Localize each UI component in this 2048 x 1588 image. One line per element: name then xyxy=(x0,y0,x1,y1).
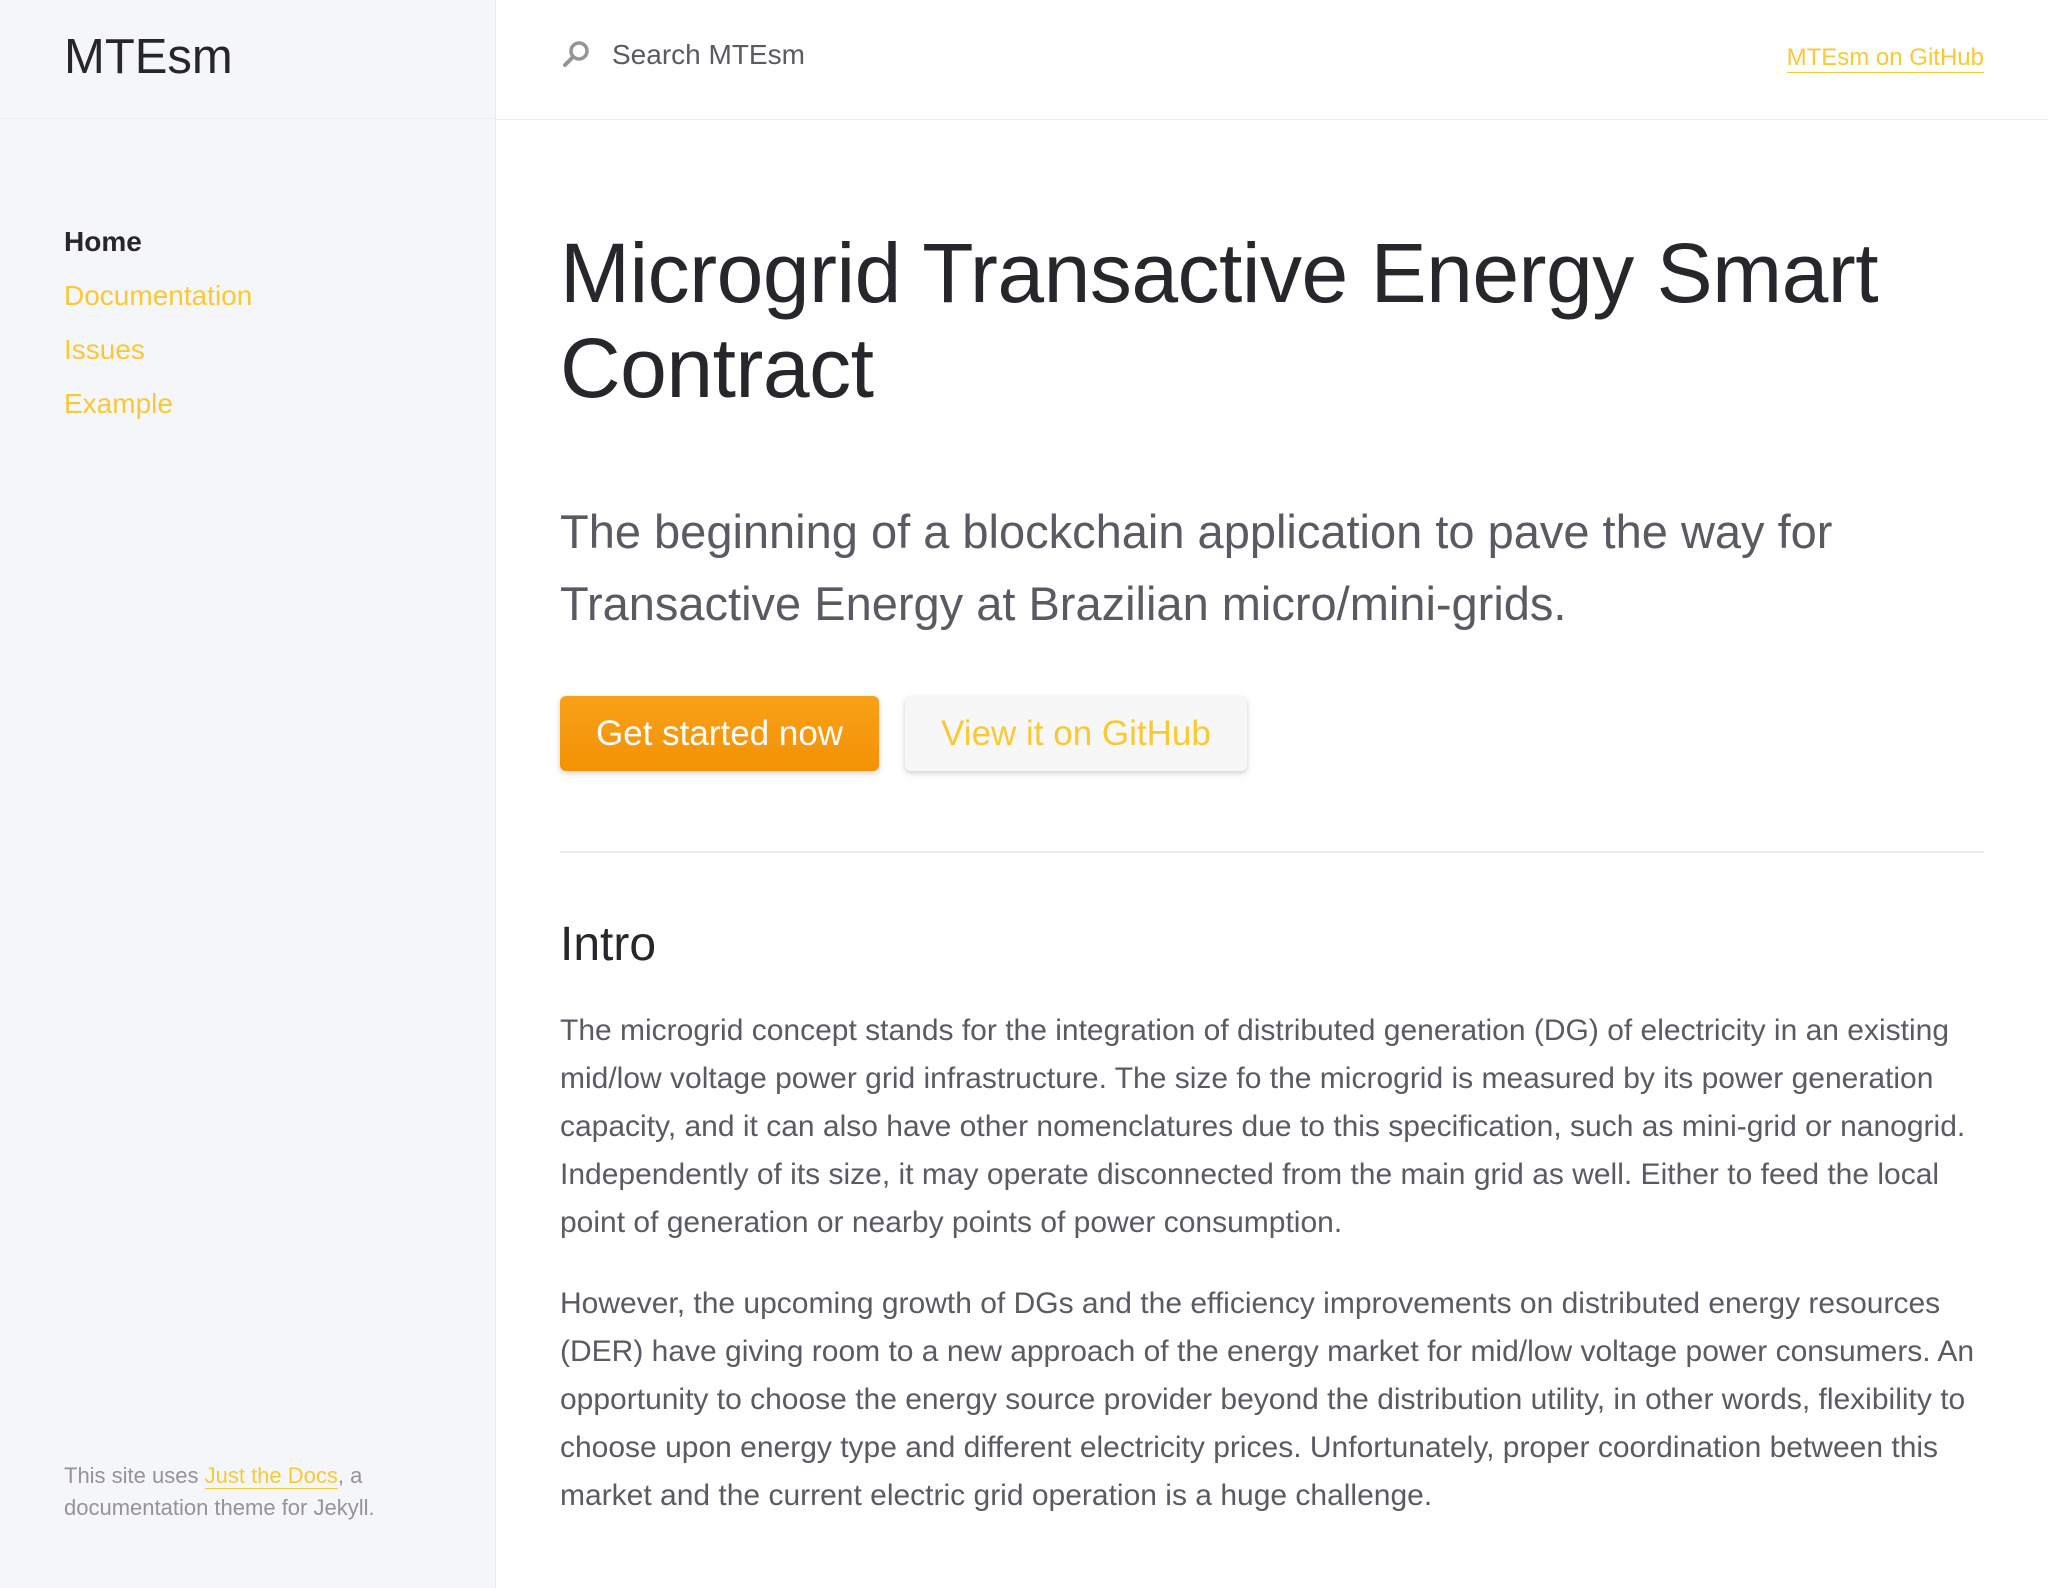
divider xyxy=(560,851,1984,853)
get-started-button[interactable]: Get started now xyxy=(560,696,880,771)
main-area: MTEsm on GitHub Microgrid Transactive En… xyxy=(496,0,2048,1588)
sidebar: MTEsm Home Documentation Issues Example … xyxy=(0,0,496,1588)
main-header: MTEsm on GitHub xyxy=(496,0,2048,120)
site-footer: This site uses Just the Docs, a document… xyxy=(64,1460,444,1524)
site-header: MTEsm xyxy=(0,0,495,119)
lead-text: The beginning of a blockchain applicatio… xyxy=(560,505,1833,630)
just-the-docs-link[interactable]: Just the Docs xyxy=(204,1463,338,1489)
search-icon xyxy=(560,38,594,72)
site-title-link[interactable]: MTEsm xyxy=(64,29,233,85)
github-aux-link[interactable]: MTEsm on GitHub xyxy=(1786,44,1984,73)
sidebar-item-home[interactable]: Home xyxy=(64,222,252,276)
footer-prefix: This site uses xyxy=(64,1463,205,1488)
page-title: Microgrid Transactive Energy Smart Contr… xyxy=(560,226,1879,415)
button-group: Get started now View it on GitHub xyxy=(560,696,1984,771)
section-heading-intro: Intro xyxy=(560,918,657,971)
sidebar-item-documentation[interactable]: Documentation xyxy=(64,276,252,330)
view-on-github-button[interactable]: View it on GitHub xyxy=(905,696,1247,771)
intro-paragraph-1: The microgrid concept stands for the int… xyxy=(560,1014,1966,1239)
sidebar-item-example[interactable]: Example xyxy=(64,384,252,438)
intro-paragraph-2: However, the upcoming growth of DGs and … xyxy=(560,1287,1975,1512)
sidebar-item-issues[interactable]: Issues xyxy=(64,330,252,384)
main-content: Microgrid Transactive Energy Smart Contr… xyxy=(560,226,1984,1520)
search-bar xyxy=(560,38,1210,72)
sidebar-nav: Home Documentation Issues Example xyxy=(64,222,252,438)
search-input[interactable] xyxy=(610,38,1210,72)
